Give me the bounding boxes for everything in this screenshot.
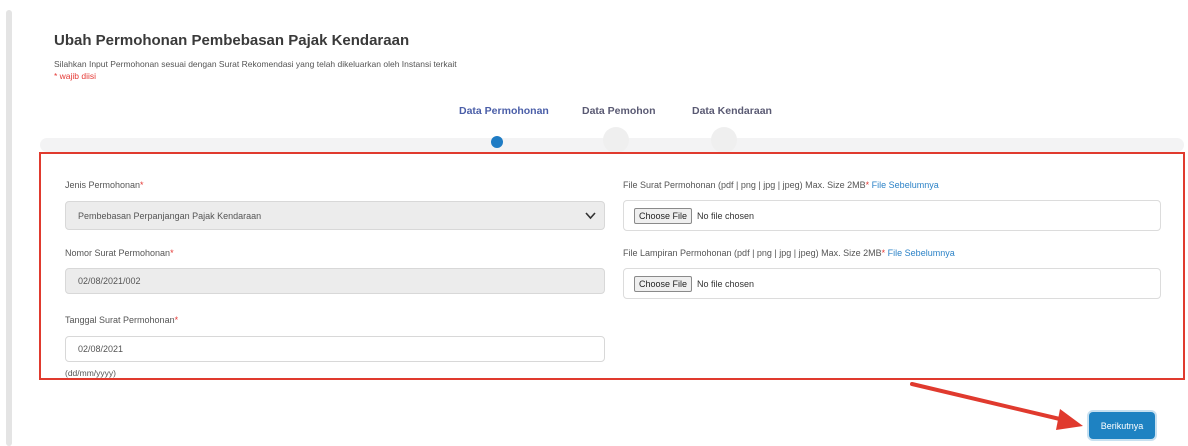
next-button[interactable]: Berikutnya	[1089, 412, 1155, 439]
annotation-arrow-icon	[910, 382, 1083, 430]
